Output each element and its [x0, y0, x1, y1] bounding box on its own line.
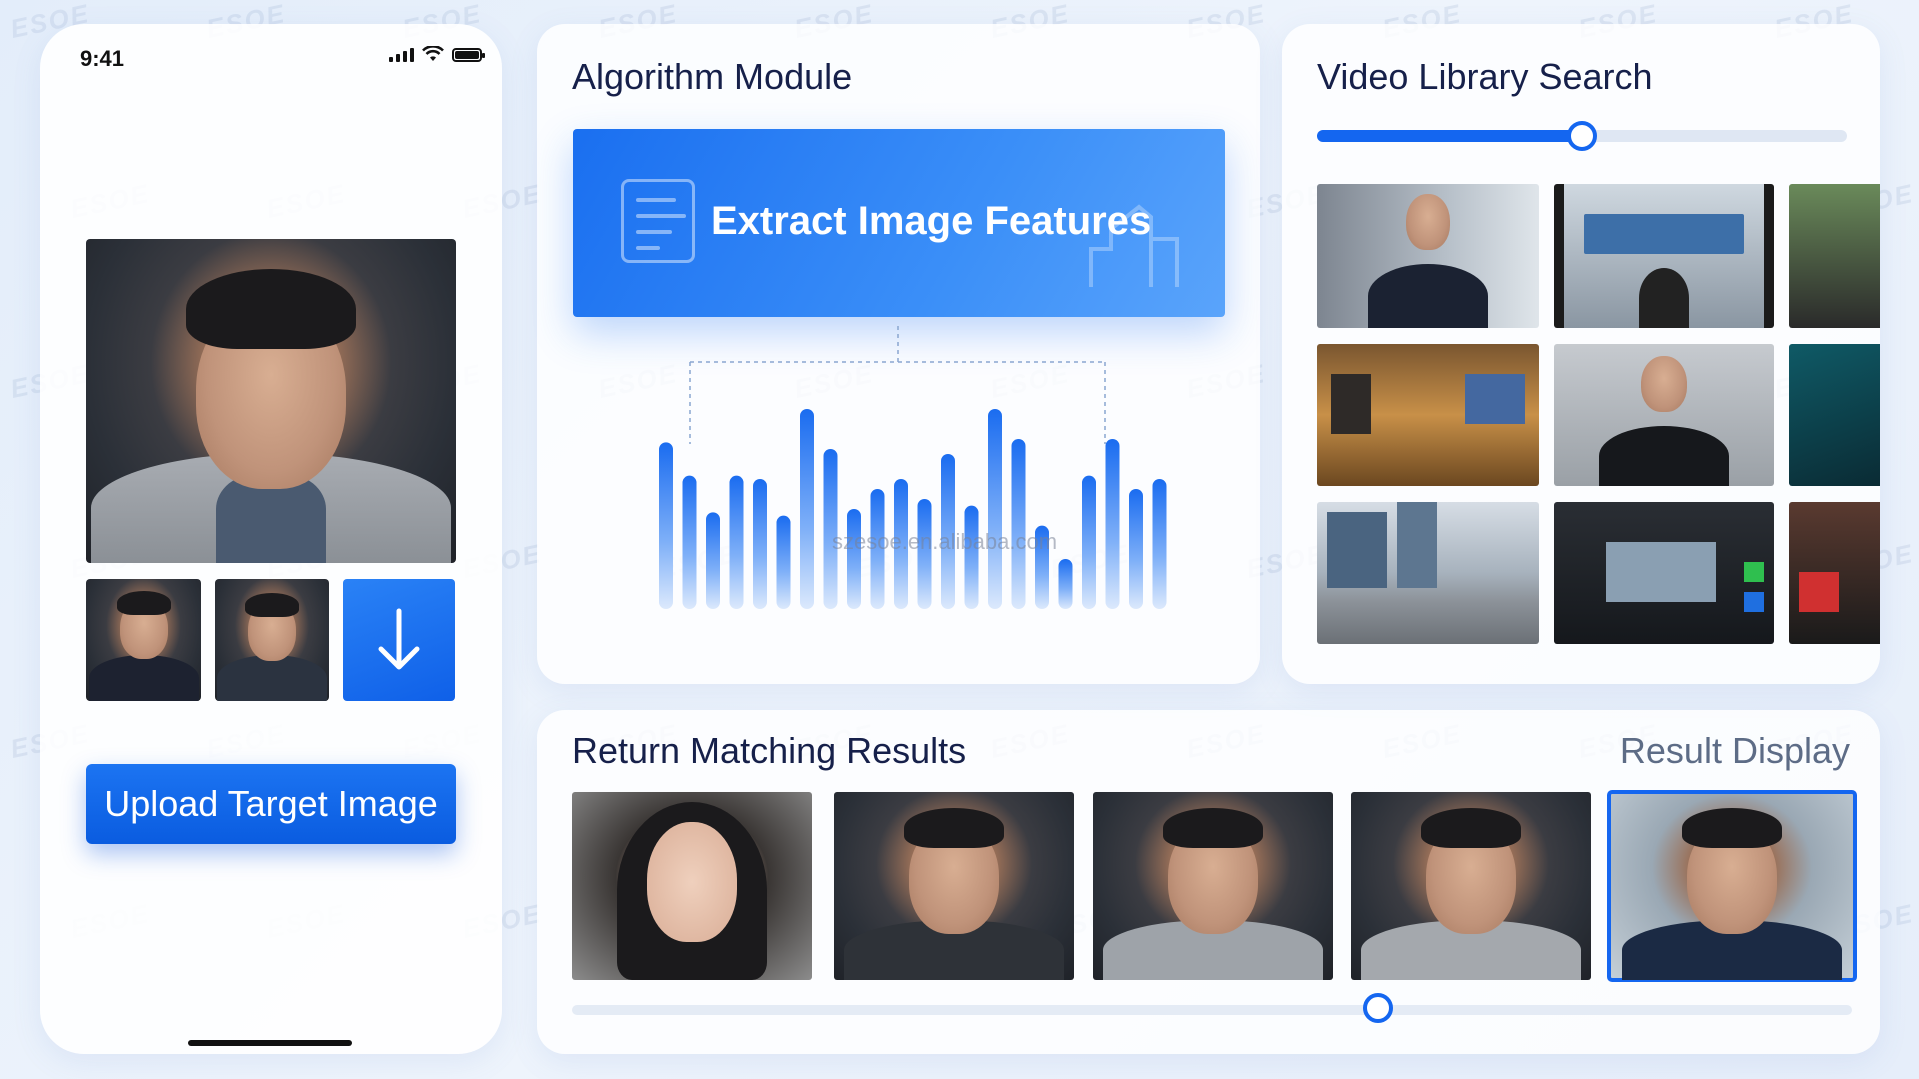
result-photo-3[interactable]	[1093, 792, 1333, 980]
phone-panel: 9:41 Upload Target Image	[40, 24, 502, 1054]
result-photo-1[interactable]	[572, 792, 812, 980]
feature-bar-6	[776, 515, 791, 609]
video-thumb-man-hoodie[interactable]	[1554, 344, 1774, 486]
connector-lines	[689, 326, 1106, 444]
status-time: 9:41	[80, 46, 125, 71]
reference-photo-2[interactable]	[215, 579, 329, 701]
feature-bar-14	[964, 505, 979, 609]
video-library-title: Video Library Search	[1317, 56, 1653, 97]
search-progress-knob[interactable]	[1567, 121, 1597, 151]
result-photo-5-selected[interactable]	[1607, 790, 1857, 982]
video-thumb-hall-crowd[interactable]	[1554, 184, 1774, 328]
feature-bar-3	[706, 512, 720, 609]
feature-bar-2	[682, 475, 697, 609]
target-photo	[86, 239, 456, 563]
results-scroll-knob[interactable]	[1363, 993, 1394, 1023]
result-photo-4[interactable]	[1351, 792, 1591, 980]
video-thumb-gallery[interactable]	[1317, 344, 1539, 486]
feature-bar-20	[1105, 439, 1120, 609]
download-button[interactable]	[343, 579, 455, 701]
feature-bar-16	[1011, 439, 1026, 609]
upload-target-image-button[interactable]: Upload Target Image	[86, 764, 456, 844]
video-library-panel: Video Library Search	[1282, 24, 1880, 684]
feature-bar-19	[1082, 475, 1096, 609]
feature-bar-15	[988, 409, 1002, 609]
video-thumb-screens[interactable]	[1789, 502, 1880, 644]
wifi-icon	[422, 46, 444, 61]
battery-icon	[452, 48, 485, 62]
feature-bar-7	[800, 409, 814, 609]
status-icons	[389, 46, 485, 62]
feature-bar-1	[659, 442, 673, 609]
video-thumb-teal[interactable]	[1789, 344, 1880, 486]
feature-bar-5	[753, 479, 767, 609]
feature-bar-18	[1058, 559, 1073, 609]
home-indicator	[188, 1040, 352, 1046]
arrow-down-icon	[378, 608, 420, 670]
reference-photo-1[interactable]	[86, 579, 201, 701]
feature-bar-21	[1129, 489, 1143, 609]
results-scrollbar[interactable]	[572, 993, 1852, 1023]
center-watermark: szesoe.en.alibaba.com	[832, 529, 1058, 554]
signal-icon	[389, 46, 414, 62]
video-thumb-monitor-wall[interactable]	[1554, 502, 1774, 644]
result-photo-2[interactable]	[834, 792, 1074, 980]
feature-bar-4	[729, 475, 744, 609]
matching-results-title: Return Matching Results	[572, 730, 967, 771]
matching-results-panel: Return Matching Results Result Display	[537, 710, 1880, 1054]
result-display-label: Result Display	[1619, 730, 1850, 771]
video-thumb-street[interactable]	[1317, 502, 1539, 644]
algorithm-module-panel: Algorithm Module Extract Image Features …	[537, 24, 1260, 684]
feature-bar-9	[847, 509, 861, 609]
video-thumb-film-strip[interactable]	[1789, 184, 1880, 328]
feature-bar-22	[1152, 479, 1167, 609]
feature-vector-chart	[659, 326, 1167, 609]
video-thumb-office-man[interactable]	[1317, 184, 1539, 328]
search-progress-slider[interactable]	[1317, 121, 1847, 151]
